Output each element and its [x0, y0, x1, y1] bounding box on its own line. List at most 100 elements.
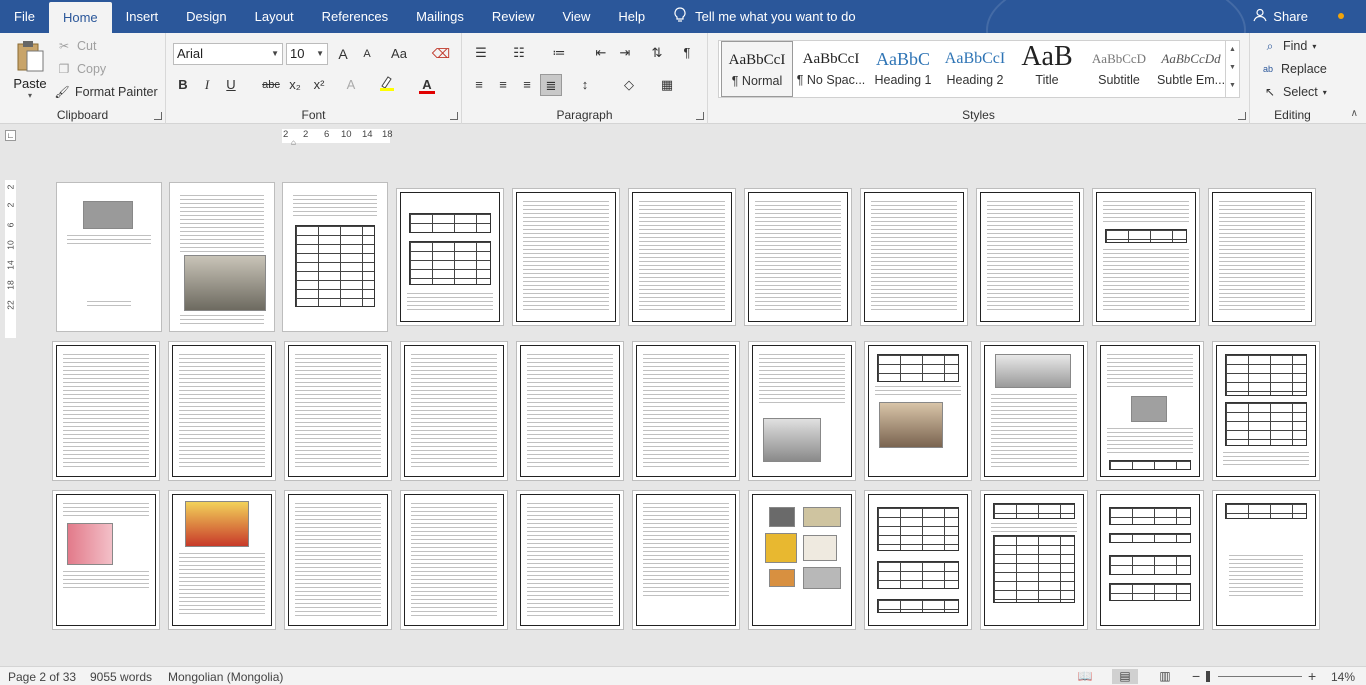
page-thumbnail[interactable]	[748, 341, 856, 481]
justify-icon[interactable]: ≣	[540, 74, 562, 96]
page-thumbnail[interactable]	[1092, 188, 1200, 326]
subscript-button[interactable]: x₂	[284, 74, 306, 96]
paragraph-launcher[interactable]	[696, 112, 704, 120]
page-thumbnail[interactable]	[632, 490, 740, 630]
borders-icon[interactable]: ▦	[656, 74, 678, 96]
format-painter-button[interactable]: 🖌 Format Painter	[54, 85, 157, 99]
find-button[interactable]: ⌕ Find ▾	[1262, 39, 1317, 53]
gallery-scroll[interactable]: ▲ ▼ ▼	[1225, 41, 1239, 97]
italic-button[interactable]: I	[196, 74, 218, 96]
page-thumbnail[interactable]	[56, 182, 162, 332]
style-heading-2[interactable]: AaBbCcI Heading 2	[939, 41, 1011, 97]
page-thumbnail[interactable]	[512, 188, 620, 326]
page-thumbnail[interactable]	[516, 341, 624, 481]
collapse-ribbon-icon[interactable]: ∧	[1351, 108, 1358, 119]
cut-button[interactable]: ✂ Cut	[56, 39, 96, 53]
sort-icon[interactable]: ⇅	[646, 42, 668, 64]
tab-references[interactable]: References	[308, 0, 402, 33]
tab-design[interactable]: Design	[172, 0, 240, 33]
pilcrow-icon[interactable]: ¶	[676, 42, 698, 64]
text-effects-button[interactable]: A	[340, 74, 362, 96]
page-thumbnail[interactable]	[1096, 341, 1204, 481]
tab-insert[interactable]: Insert	[112, 0, 173, 33]
clear-format-icon[interactable]: ⌫	[430, 43, 452, 65]
select-button[interactable]: ↖ Select ▾	[1262, 85, 1327, 99]
paste-button[interactable]: Paste ▾	[10, 39, 50, 107]
strikethrough-button[interactable]: abc	[258, 74, 284, 96]
font-size-box[interactable]: 10 ▼	[286, 43, 328, 65]
tab-home[interactable]: Home	[48, 2, 112, 33]
shading-icon[interactable]: ◇	[618, 74, 640, 96]
style-normal[interactable]: AaBbCcI ¶ Normal	[721, 41, 793, 97]
web-layout-icon[interactable]: ▥	[1152, 669, 1178, 684]
zoom-slider[interactable]	[1218, 676, 1302, 677]
page-thumbnail[interactable]	[628, 188, 736, 326]
page-thumbnail[interactable]	[864, 341, 972, 481]
page-thumbnail[interactable]	[284, 490, 392, 630]
font-launcher[interactable]	[450, 112, 458, 120]
page-thumbnail[interactable]	[282, 182, 388, 332]
word-count[interactable]: 9055 words	[90, 670, 152, 684]
page-thumbnail[interactable]	[864, 490, 972, 630]
style-title[interactable]: AaB Title	[1011, 41, 1083, 97]
ruler-track[interactable]	[282, 129, 390, 143]
styles-launcher[interactable]	[1238, 112, 1246, 120]
tab-mailings[interactable]: Mailings	[402, 0, 478, 33]
page-thumbnail[interactable]	[400, 341, 508, 481]
page-thumbnail[interactable]	[168, 341, 276, 481]
shrink-font-button[interactable]: A	[356, 43, 378, 65]
document-canvas[interactable]	[0, 148, 1366, 666]
page-thumbnail[interactable]	[284, 341, 392, 481]
page-thumbnail[interactable]	[168, 490, 276, 630]
tab-file[interactable]: File	[0, 0, 49, 33]
page-thumbnail[interactable]	[1212, 490, 1320, 630]
decrease-indent-icon[interactable]: ⇤	[590, 42, 612, 64]
page-thumbnail[interactable]	[396, 188, 504, 326]
align-left-icon[interactable]: ≡	[468, 74, 490, 96]
font-color-button[interactable]: A	[416, 74, 438, 96]
print-layout-icon[interactable]: ▤	[1112, 669, 1138, 684]
page-thumbnail[interactable]	[980, 341, 1088, 481]
grow-font-button[interactable]: A	[332, 43, 354, 65]
share-button[interactable]: Share	[1253, 0, 1308, 33]
tell-me-box[interactable]: Tell me what you want to do	[659, 7, 869, 26]
page-thumbnail[interactable]	[400, 490, 508, 630]
tab-help[interactable]: Help	[604, 0, 659, 33]
page-thumbnail[interactable]	[860, 188, 968, 326]
zoom-out-button[interactable]: −	[1192, 668, 1200, 684]
superscript-button[interactable]: x²	[308, 74, 330, 96]
tab-layout[interactable]: Layout	[241, 0, 308, 33]
page-thumbnail[interactable]	[1208, 188, 1316, 326]
numbering-icon[interactable]: ☷	[508, 42, 530, 64]
page-thumbnail[interactable]	[1212, 341, 1320, 481]
zoom-level[interactable]: 14%	[1331, 670, 1355, 684]
bullets-icon[interactable]: ☰	[470, 42, 492, 64]
gallery-more-icon[interactable]: ▼	[1226, 77, 1239, 95]
underline-button[interactable]: U	[220, 74, 242, 96]
page-thumbnail[interactable]	[748, 490, 856, 630]
read-mode-icon[interactable]: 📖	[1072, 669, 1098, 684]
tab-review[interactable]: Review	[478, 0, 549, 33]
copy-button[interactable]: ❐ Copy	[56, 62, 107, 76]
style-subtitle[interactable]: AaBbCcD Subtitle	[1083, 41, 1155, 97]
change-case-button[interactable]: Aa	[384, 43, 414, 65]
zoom-slider-thumb[interactable]	[1206, 671, 1210, 682]
highlight-button[interactable]	[376, 74, 398, 96]
style-no-spacing[interactable]: AaBbCcI ¶ No Spac...	[795, 41, 867, 97]
page-thumbnail[interactable]	[980, 490, 1088, 630]
chevron-down-icon[interactable]: ▼	[1226, 59, 1239, 77]
bold-button[interactable]: B	[172, 74, 194, 96]
clipboard-launcher[interactable]	[154, 112, 162, 120]
tab-view[interactable]: View	[548, 0, 604, 33]
page-thumbnail[interactable]	[744, 188, 852, 326]
page-thumbnail[interactable]	[52, 490, 160, 630]
multilevel-list-icon[interactable]: ≔	[548, 42, 570, 64]
align-center-icon[interactable]: ≡	[492, 74, 514, 96]
page-thumbnail[interactable]	[632, 341, 740, 481]
chevron-up-icon[interactable]: ▲	[1226, 41, 1239, 59]
page-thumbnail[interactable]	[52, 341, 160, 481]
align-right-icon[interactable]: ≡	[516, 74, 538, 96]
replace-button[interactable]: ab Replace	[1260, 62, 1327, 76]
zoom-in-button[interactable]: +	[1308, 668, 1316, 684]
language-indicator[interactable]: Mongolian (Mongolia)	[168, 670, 283, 684]
